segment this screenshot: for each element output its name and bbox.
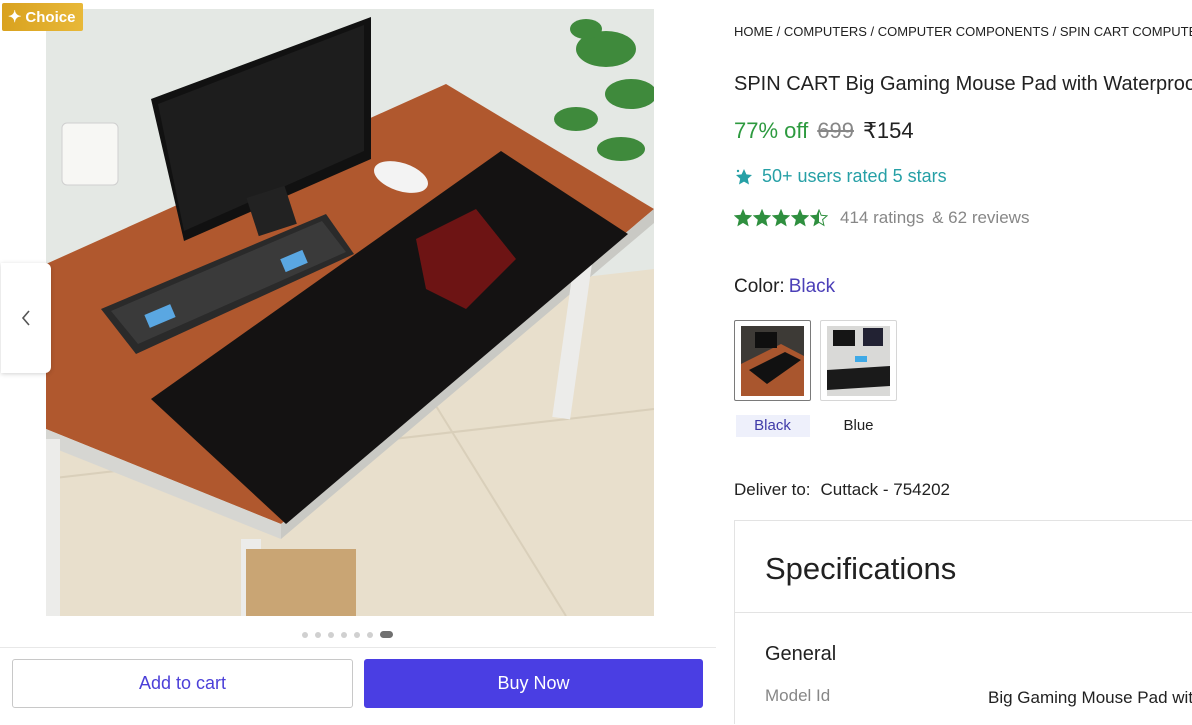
rating-stars — [734, 209, 828, 227]
product-info-panel: HOME / COMPUTERS / COMPUTER COMPONENTS /… — [734, 0, 1192, 724]
star-icon — [734, 209, 752, 227]
color-swatches: Black Blue — [734, 320, 897, 437]
breadcrumb-separator: / — [1052, 24, 1060, 39]
specifications-title: Specifications — [765, 551, 957, 586]
breadcrumb-computers[interactable]: COMPUTERS — [784, 24, 867, 39]
choice-badge: ✦ Choice — [2, 3, 84, 31]
star-icon — [753, 209, 771, 227]
breadcrumb: HOME / COMPUTERS / COMPUTER COMPONENTS /… — [734, 24, 1192, 39]
delivery-location[interactable]: Cuttack - 754202 — [821, 480, 950, 499]
spec-value-model-id: Big Gaming Mouse Pad with — [988, 688, 1192, 707]
action-bar: Add to cart Buy Now — [0, 647, 716, 725]
breadcrumb-home[interactable]: HOME — [734, 24, 773, 39]
swatch-blue-image[interactable] — [820, 320, 897, 401]
delivery-row[interactable]: Deliver to: Cuttack - 754202 — [734, 480, 950, 500]
buy-now-button[interactable]: Buy Now — [364, 659, 703, 708]
breadcrumb-separator: / — [870, 24, 878, 39]
pagination-dot[interactable] — [380, 631, 393, 638]
choice-badge-label: Choice — [25, 8, 76, 26]
discount-percent: 77% off — [734, 118, 809, 143]
breadcrumb-current[interactable]: SPIN CART COMPUTER — [1060, 24, 1192, 39]
product-gallery: ✦ Choice Add to cart Buy Now — [0, 0, 716, 724]
add-to-cart-button[interactable]: Add to cart — [12, 659, 353, 708]
reviews-count: & 62 reviews — [932, 208, 1030, 227]
breadcrumb-computer-components[interactable]: COMPUTER COMPONENTS — [878, 24, 1049, 39]
users-rated-row: 50+ users rated 5 stars — [734, 166, 947, 187]
image-pagination-dots — [302, 631, 393, 638]
users-rated-text: 50+ users rated 5 stars — [762, 166, 947, 186]
swatch-blue[interactable]: Blue — [820, 320, 897, 437]
pagination-dot[interactable] — [315, 631, 321, 638]
star-icon — [772, 209, 790, 227]
chevron-left-icon — [21, 310, 30, 326]
color-selector-label: Color: Black — [734, 276, 835, 298]
pagination-dot[interactable] — [328, 631, 334, 638]
pagination-dot[interactable] — [341, 631, 347, 638]
product-title: SPIN CART Big Gaming Mouse Pad with Wate… — [734, 73, 1192, 95]
star-icon — [810, 209, 828, 227]
swatch-blue-label[interactable]: Blue — [822, 415, 896, 437]
pagination-dot[interactable] — [302, 631, 308, 638]
sparkle-star-icon — [736, 168, 752, 184]
spec-key-model-id: Model Id — [765, 686, 831, 705]
product-main-image[interactable] — [46, 9, 654, 616]
previous-image-button[interactable] — [1, 263, 51, 373]
breadcrumb-separator: / — [776, 24, 784, 39]
price-row: 77% off 699 ₹154 — [734, 118, 914, 144]
spec-section-general: General — [765, 643, 837, 665]
pagination-dot[interactable] — [354, 631, 360, 638]
specifications-card: Specifications General Model Id Big Gami… — [734, 520, 1192, 724]
selling-price: ₹154 — [862, 118, 914, 143]
swatch-black-image[interactable] — [734, 320, 811, 401]
swatch-black-label[interactable]: Black — [735, 415, 810, 437]
spec-divider — [735, 612, 1192, 613]
sparkle-icon: ✦ — [8, 9, 22, 26]
star-icon — [791, 209, 809, 227]
pagination-dot[interactable] — [367, 631, 373, 638]
swatch-black[interactable]: Black — [734, 320, 811, 437]
rating-row[interactable]: 414 ratings & 62 reviews — [734, 208, 1029, 228]
deliver-to-label: Deliver to: — [734, 480, 811, 499]
color-selected-value: Black — [788, 276, 836, 297]
original-price: 699 — [817, 118, 854, 143]
color-label: Color: — [734, 276, 785, 297]
ratings-count: 414 ratings — [840, 208, 925, 227]
